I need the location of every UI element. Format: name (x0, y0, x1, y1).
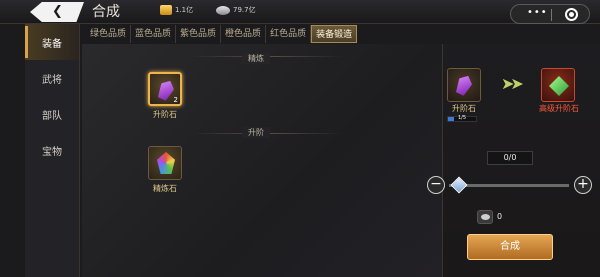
tab-equipment-forge[interactable]: 装备锻造 (311, 25, 358, 43)
sidebar-item-label: 装备 (42, 38, 62, 50)
tab-green[interactable]: 绿色品质 (86, 25, 132, 43)
silver-resource: 79.7亿 (216, 5, 256, 15)
tab-orange[interactable]: 橙色品质 (221, 25, 267, 43)
back-arrow-icon: ❮ (52, 4, 63, 19)
source-item-label: 升阶石 (452, 104, 476, 113)
sidebar-item-label: 部队 (42, 110, 62, 122)
miniprogram-capsule: ••• (510, 4, 590, 24)
gold-resource: 1.1亿 (160, 5, 193, 15)
tab-red[interactable]: 红色品质 (266, 25, 312, 43)
gold-amount: 1.1亿 (175, 6, 194, 14)
source-progress-bar: 1/5 (447, 115, 477, 122)
silver-coin-icon (477, 210, 493, 224)
silver-amount: 79.7亿 (233, 6, 256, 14)
recipe-list: 精炼 2 升阶石 升阶 精炼石 (82, 44, 442, 277)
cost-value: 0 (497, 212, 503, 221)
section-title-refine: 精炼 (242, 53, 270, 64)
green-gem-icon (549, 76, 569, 96)
back-button[interactable]: ❮ (30, 2, 84, 22)
more-options-icon[interactable]: ••• (527, 7, 548, 18)
capsule-divider (551, 9, 552, 21)
target-item-label: 高级升阶石 (539, 104, 579, 113)
page-title: 合成 (92, 4, 120, 20)
sidebar-item-generals[interactable]: 武将 (25, 60, 79, 96)
item-upgrade-stone[interactable]: 2 (148, 72, 182, 106)
target-item-slot[interactable] (541, 68, 575, 102)
sidebar-item-label: 武将 (42, 74, 62, 86)
decrease-button[interactable]: − (427, 176, 445, 194)
progress-text: 1/5 (458, 115, 467, 121)
craft-button[interactable]: 合成 (467, 234, 553, 260)
sidebar-item-troops[interactable]: 部队 (25, 96, 79, 132)
item-label: 精炼石 (153, 184, 177, 193)
section-title-upgrade: 升阶 (242, 127, 270, 138)
purple-gem-icon (453, 73, 474, 97)
progress-fill (448, 117, 454, 121)
tab-purple[interactable]: 紫色品质 (176, 25, 222, 43)
close-target-icon[interactable] (565, 8, 578, 21)
sidebar-item-label: 宝物 (42, 146, 62, 158)
tab-blue[interactable]: 蓝色品质 (131, 25, 177, 43)
gold-coin-icon (160, 5, 172, 15)
sidebar-item-equipment[interactable]: 装备 (25, 24, 79, 60)
multicolor-gem-icon (157, 152, 175, 174)
silver-coin-icon (216, 5, 230, 15)
source-item-slot[interactable] (447, 68, 481, 102)
craft-panel: 升阶石 1/5 ➤➤ 高级升阶石 0/0 − + 0 合成 (427, 44, 600, 277)
increase-button[interactable]: + (574, 176, 592, 194)
arrow-right-icon: ➤➤ (501, 74, 524, 93)
sidebar: 装备 武将 部队 宝物 (25, 24, 80, 277)
item-count: 2 (173, 96, 178, 104)
top-bar: ❮ 合成 1.1亿 79.7亿 ••• (0, 0, 600, 24)
quantity-display: 0/0 (487, 151, 533, 165)
item-label: 升阶石 (153, 110, 177, 119)
item-refine-stone[interactable] (148, 146, 182, 180)
slider-thumb[interactable] (450, 176, 468, 194)
quality-tabs: 绿色品质 蓝色品质 紫色品质 橙色品质 红色品质 装备锻造 (86, 25, 358, 43)
sidebar-item-treasure[interactable]: 宝物 (25, 132, 79, 168)
